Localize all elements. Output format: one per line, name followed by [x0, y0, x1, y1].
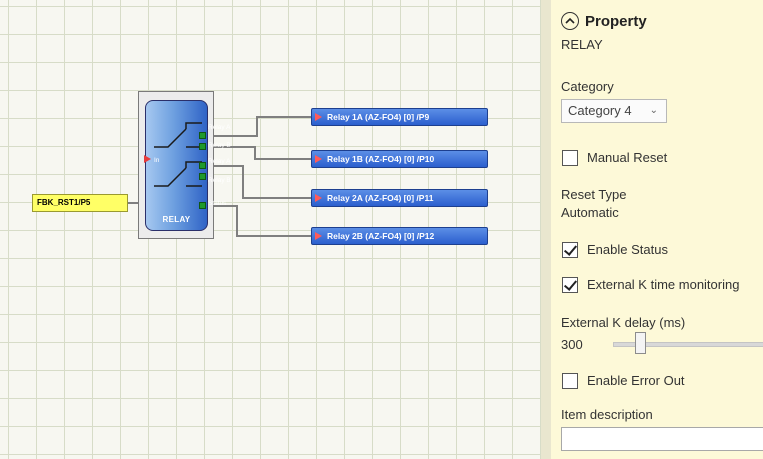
enable-error-out-label[interactable]: Enable Error Out: [587, 373, 685, 388]
category-select-value: Category 4: [568, 103, 632, 118]
output-pin-status[interactable]: [199, 202, 206, 209]
chevron-down-icon: ⌄: [649, 105, 658, 116]
output-pin-relay-a-2[interactable]: [199, 162, 206, 169]
output-block-relay-1a[interactable]: Relay 1A (AZ-FO4) [0] /P9: [311, 108, 488, 126]
panel-title: Property: [585, 13, 647, 30]
collapse-up-icon[interactable]: [561, 12, 579, 30]
output-arrow-icon: [315, 232, 322, 240]
pin-label-relay-b: Relay B: [208, 142, 231, 149]
output-block-relay-2a[interactable]: Relay 2A (AZ-FO4) [0] /P11: [311, 189, 488, 207]
manual-reset-checkbox[interactable]: [562, 150, 578, 166]
external-k-delay-value: 300: [561, 337, 583, 352]
output-block-label: Relay 1B (AZ-FO4) [0] /P10: [327, 154, 435, 164]
item-description-input[interactable]: [561, 427, 763, 451]
slider-thumb[interactable]: [635, 332, 646, 354]
enable-status-label[interactable]: Enable Status: [587, 242, 668, 257]
output-pin-relay-b-2[interactable]: [199, 173, 206, 180]
output-block-label: Relay 1A (AZ-FO4) [0] /P9: [327, 112, 430, 122]
output-arrow-icon: [315, 155, 322, 163]
output-arrow-icon: [315, 113, 322, 121]
relay-block-title: RELAY: [162, 215, 191, 224]
category-select[interactable]: Category 4 ⌄: [561, 99, 667, 123]
external-k-delay-label: External K delay (ms): [561, 315, 686, 330]
reset-type-label: Reset Type: [561, 187, 627, 202]
input-block-fbk-rst[interactable]: FBK_RST1/P5: [32, 194, 128, 212]
output-pin-relay-b[interactable]: [199, 143, 206, 150]
external-k-time-label[interactable]: External K time monitoring: [587, 277, 739, 292]
item-description-label: Item description: [561, 407, 653, 422]
pin-label-in: In: [154, 157, 160, 164]
output-block-label: Relay 2A (AZ-FO4) [0] /P11: [327, 193, 434, 203]
external-k-time-checkbox[interactable]: [562, 277, 578, 293]
reset-type-value: Automatic: [561, 205, 619, 220]
category-label: Category: [561, 79, 614, 94]
wire-relay-2b: [207, 205, 312, 237]
logic-canvas[interactable]: RELAY In Relay A Relay B Relay A Relay B…: [0, 0, 541, 459]
input-arrow-icon: [144, 155, 151, 163]
output-pin-relay-a[interactable]: [199, 132, 206, 139]
output-block-relay-1b[interactable]: Relay 1B (AZ-FO4) [0] /P10: [311, 150, 488, 168]
pin-label-relay-b-2: Relay B: [208, 177, 231, 184]
enable-status-checkbox[interactable]: [562, 242, 578, 258]
output-block-label: Relay 2B (AZ-FO4) [0] /P12: [327, 231, 435, 241]
pin-label-status: Status: [208, 200, 227, 207]
enable-error-out-checkbox[interactable]: [562, 373, 578, 389]
manual-reset-label[interactable]: Manual Reset: [587, 150, 667, 165]
pin-label-relay-a: Relay A: [208, 124, 231, 131]
property-panel: Property RELAY Category Category 4 ⌄ Man…: [541, 0, 763, 459]
output-arrow-icon: [315, 194, 322, 202]
block-name: RELAY: [561, 37, 603, 52]
pin-label-relay-a-2: Relay A: [208, 158, 231, 165]
output-block-relay-2b[interactable]: Relay 2B (AZ-FO4) [0] /P12: [311, 227, 488, 245]
